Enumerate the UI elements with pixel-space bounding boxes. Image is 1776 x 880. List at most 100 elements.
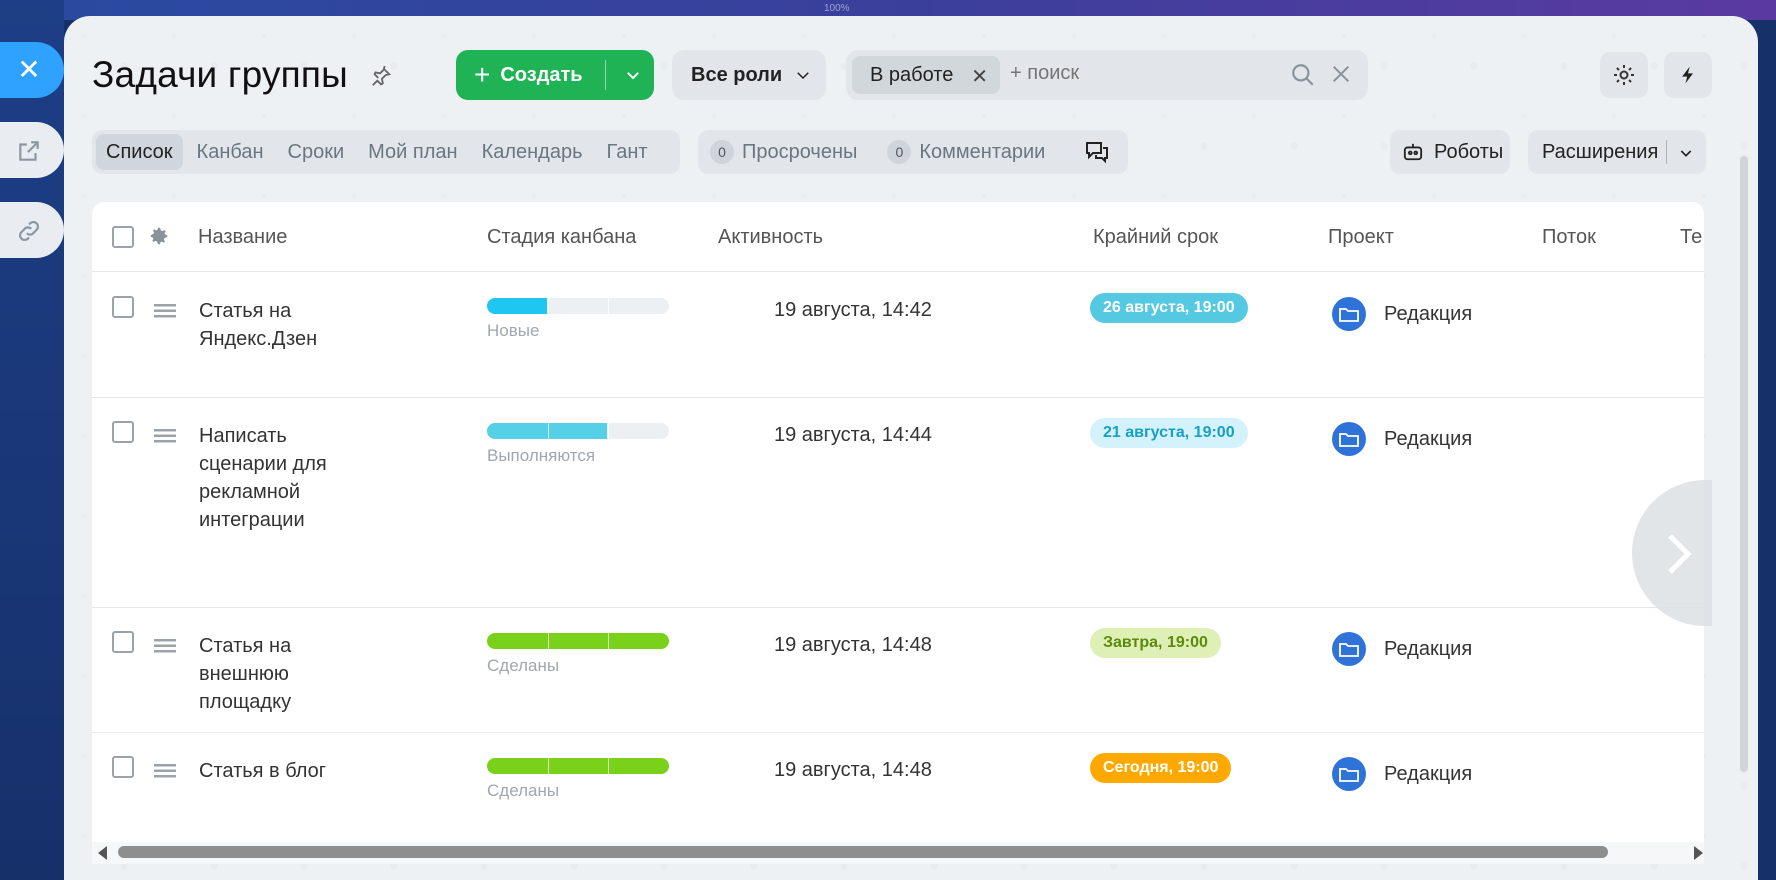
filter-chip-label: В работе — [870, 63, 954, 86]
column-deadline[interactable]: Крайний срок — [1093, 226, 1218, 249]
roles-dropdown[interactable]: Все роли — [672, 50, 826, 100]
open-in-new-window-button[interactable] — [0, 122, 64, 178]
read-all-comments-icon[interactable] — [1084, 140, 1110, 164]
clear-search-icon[interactable] — [1330, 63, 1352, 85]
activity-date: 19 августа, 14:42 — [774, 299, 932, 321]
external-link-icon — [19, 141, 39, 161]
tab-my-plan[interactable]: Мой план — [358, 134, 467, 170]
column-project[interactable]: Проект — [1328, 226, 1394, 249]
page-title: Задачи группы — [92, 54, 348, 95]
comments-counter[interactable]: 0 Комментарии — [887, 140, 1045, 164]
tab-deadlines[interactable]: Сроки — [278, 134, 355, 170]
activity-date: 19 августа, 14:48 — [774, 759, 932, 781]
activity-date: 19 августа, 14:48 — [774, 634, 932, 656]
stage-progress-bar[interactable] — [487, 298, 669, 314]
folder-icon — [1332, 422, 1366, 456]
chevron-down-icon — [797, 72, 809, 80]
create-task-button[interactable]: + Создать — [456, 50, 654, 100]
stage-progress-bar[interactable] — [487, 423, 669, 439]
tab-kanban[interactable]: Канбан — [187, 134, 274, 170]
stage-label: Сделаны — [487, 656, 560, 675]
tab-calendar[interactable]: Календарь — [472, 134, 593, 170]
scroll-right-arrow[interactable] — [1694, 846, 1703, 860]
table-row[interactable]: Статья на внешнюю площадку Сделаны 19 ав… — [92, 608, 1704, 733]
close-slider-button[interactable]: ✕ — [0, 42, 64, 98]
folder-icon — [1332, 297, 1366, 331]
table-row[interactable]: Написать сценарии для рекламной интеграц… — [92, 398, 1704, 608]
filter-chip[interactable]: В работе ✕ — [852, 56, 1000, 94]
project-name: Редакция — [1384, 762, 1473, 785]
task-name-link[interactable]: Написать сценарии для рекламной интеграц… — [199, 422, 339, 534]
stage-label: Новые — [487, 321, 540, 340]
plus-icon: + — [474, 59, 491, 90]
automation-button[interactable] — [1664, 52, 1712, 98]
drag-handle-icon[interactable] — [154, 763, 176, 779]
extensions-dropdown[interactable]: Расширения — [1528, 130, 1706, 174]
remove-filter-icon[interactable]: ✕ — [971, 64, 988, 89]
column-stage[interactable]: Стадия канбана — [487, 226, 636, 249]
roles-label: Все роли — [691, 63, 783, 86]
stage-label: Сделаны — [487, 781, 560, 800]
tasks-grid: Название Стадия канбана Активность Крайн… — [92, 202, 1704, 862]
project-name: Редакция — [1384, 427, 1473, 450]
column-flow[interactable]: Поток — [1542, 226, 1596, 249]
stage-progress-bar[interactable] — [487, 758, 669, 774]
robots-button[interactable]: Роботы — [1390, 130, 1510, 174]
project-link[interactable]: Редакция — [1332, 297, 1472, 331]
column-activity[interactable]: Активность — [718, 226, 823, 249]
chevron-down-icon[interactable] — [624, 66, 642, 84]
select-all-checkbox[interactable] — [112, 226, 134, 248]
gear-icon — [1614, 65, 1634, 85]
extensions-label: Расширения — [1542, 140, 1659, 163]
drag-handle-icon[interactable] — [154, 638, 176, 654]
table-row[interactable]: Статья на Яндекс.Дзен Новые 19 августа, … — [92, 273, 1704, 398]
settings-button[interactable] — [1600, 52, 1648, 98]
pin-icon[interactable] — [370, 66, 392, 88]
row-checkbox[interactable] — [112, 631, 134, 653]
copy-link-button[interactable] — [0, 202, 64, 258]
view-switcher: Список Канбан Сроки Мой план Календарь Г… — [92, 130, 680, 174]
vertical-scrollbar[interactable] — [1740, 156, 1748, 772]
deadline-badge[interactable]: Сегодня, 19:00 — [1090, 753, 1232, 783]
column-name[interactable]: Название — [198, 226, 287, 249]
scroll-left-arrow[interactable] — [98, 846, 107, 860]
folder-icon — [1332, 757, 1366, 791]
tab-gantt[interactable]: Гант — [597, 134, 658, 170]
row-checkbox[interactable] — [112, 296, 134, 318]
filter-search-bar[interactable]: В работе ✕ — [846, 50, 1368, 100]
task-name-link[interactable]: Статья в блог — [199, 757, 339, 785]
bolt-icon — [1682, 66, 1693, 84]
deadline-badge[interactable]: 26 августа, 19:00 — [1090, 293, 1248, 323]
link-icon — [19, 221, 39, 241]
project-link[interactable]: Редакция — [1332, 422, 1472, 456]
search-input[interactable] — [1010, 62, 1260, 85]
stage-progress-bar[interactable] — [487, 633, 669, 649]
project-link[interactable]: Редакция — [1332, 632, 1472, 666]
column-tags[interactable]: Те — [1680, 226, 1702, 249]
deadline-badge[interactable]: Завтра, 19:00 — [1090, 628, 1221, 658]
column-settings-gear-icon[interactable] — [148, 225, 170, 247]
project-name: Редакция — [1384, 302, 1473, 325]
drag-handle-icon[interactable] — [154, 303, 176, 319]
chevron-down-icon — [1680, 150, 1692, 157]
task-name-link[interactable]: Статья на внешнюю площадку — [199, 632, 339, 716]
robot-icon — [1403, 143, 1423, 161]
task-name-link[interactable]: Статья на Яндекс.Дзен — [199, 297, 339, 353]
folder-icon — [1332, 632, 1366, 666]
search-icon[interactable] — [1290, 62, 1316, 88]
project-link[interactable]: Редакция — [1332, 757, 1472, 791]
grid-header: Название Стадия канбана Активность Крайн… — [92, 202, 1704, 272]
tasks-panel: Задачи группы + Создать Все роли В работ… — [64, 16, 1758, 880]
chevron-right-icon — [1668, 534, 1692, 574]
horizontal-scroll-thumb[interactable] — [118, 846, 1608, 858]
tab-list[interactable]: Список — [96, 134, 183, 170]
row-checkbox[interactable] — [112, 756, 134, 778]
create-label: Создать — [500, 63, 583, 86]
deadline-badge[interactable]: 21 августа, 19:00 — [1090, 418, 1248, 448]
drag-handle-icon[interactable] — [154, 428, 176, 444]
overdue-counter[interactable]: 0 Просрочены — [710, 140, 857, 164]
robots-label: Роботы — [1434, 140, 1504, 163]
project-name: Редакция — [1384, 637, 1473, 660]
row-checkbox[interactable] — [112, 421, 134, 443]
zoom-label: 100% — [824, 3, 850, 14]
